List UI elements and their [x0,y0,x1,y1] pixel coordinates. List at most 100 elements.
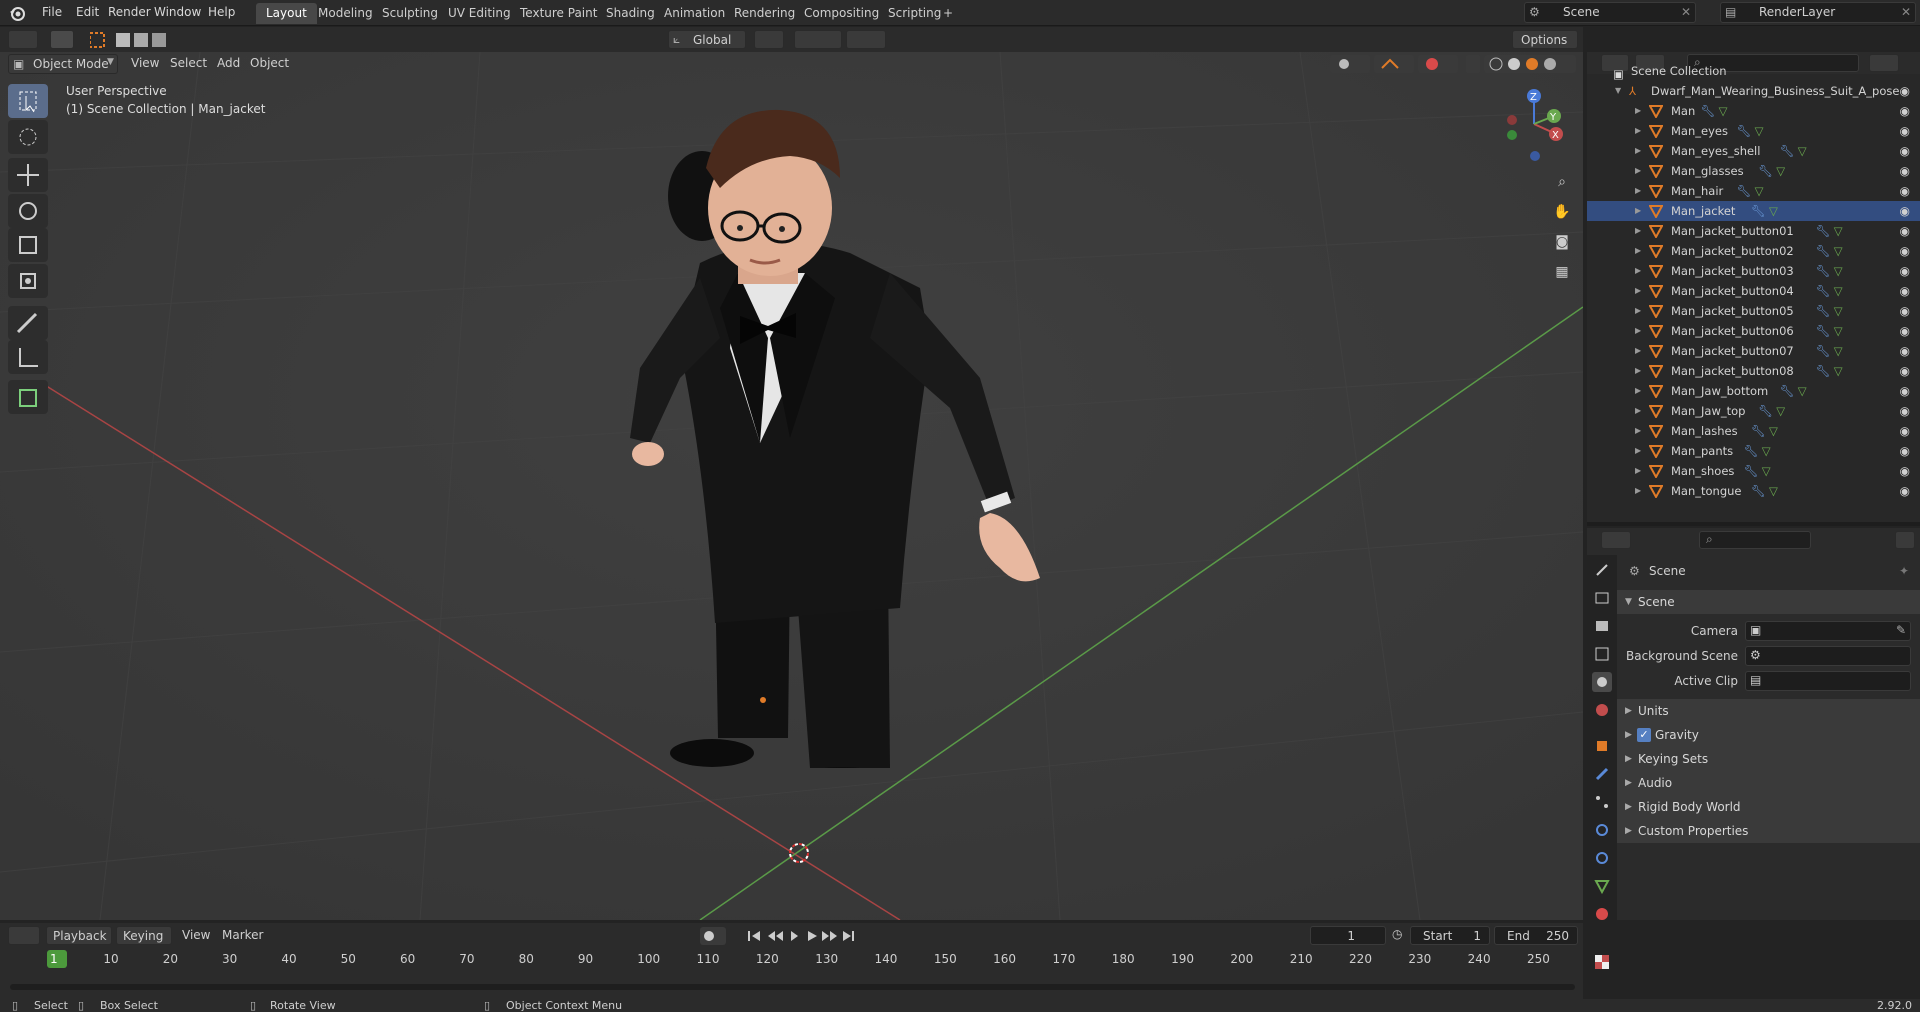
expand-icon[interactable]: ▶ [1635,181,1641,201]
expand-icon[interactable]: ▶ [1635,361,1641,381]
expand-icon[interactable]: ▶ [1635,461,1641,481]
timeline-ruler[interactable]: 1 10 20 30 40 50 60 70 80 90 100 110 120 130 140 150 160… [8,948,1576,972]
constraints-tab-icon[interactable] [1592,848,1612,868]
outliner-item[interactable]: ▶ Man_jacket_button04 🔧︎ ▽ ◉ [1587,281,1920,301]
mode-dropdown[interactable]: ▣ Object Mode ▼ [8,54,118,74]
expand-icon[interactable]: ▶ [1635,121,1641,141]
menu-file[interactable]: File [34,0,70,26]
eye-icon[interactable]: ◉ [1900,481,1910,501]
keying-menu[interactable]: Keying [116,926,172,945]
outliner-item[interactable]: ▶ Man_jacket_button01 🔧︎ ▽ ◉ [1587,221,1920,241]
scene-tab-icon[interactable] [1592,672,1612,692]
output-tab-icon[interactable] [1592,616,1612,636]
eye-icon[interactable]: ◉ [1900,261,1910,281]
transform-orientation-dropdown[interactable]: ⟀ Global [668,30,746,49]
outliner-item[interactable]: ▶ Man_shoes 🔧︎ ▽ ◉ [1587,461,1920,481]
timeline-scrollbar[interactable] [10,984,1575,990]
menu-object[interactable]: Object [250,56,289,70]
expand-icon[interactable]: ▶ [1635,241,1641,261]
tab-animation[interactable]: Animation [654,3,735,24]
zoom-icon[interactable]: ⌕ [1550,170,1574,194]
eyedropper-icon[interactable]: ✎ [1896,623,1906,637]
transform-tool-icon[interactable] [8,264,48,298]
select-box-tool-icon[interactable] [8,84,48,118]
3d-viewport[interactable] [0,52,1583,920]
properties-search-input[interactable]: ⌕ [1699,531,1811,549]
editor-type-button[interactable] [8,926,40,945]
outliner-item[interactable]: ▶ Man_jacket_button06 🔧︎ ▽ ◉ [1587,321,1920,341]
start-frame-field[interactable]: Start 1 [1410,926,1490,945]
pan-hand-icon[interactable]: ✋ [1550,200,1574,224]
measure-tool-icon[interactable] [8,340,48,374]
editor-type-button[interactable] [1601,531,1631,549]
eye-icon[interactable]: ◉ [1900,381,1910,401]
chevron-down-icon[interactable] [1895,531,1915,549]
eye-icon[interactable]: ◉ [1900,301,1910,321]
outliner-item[interactable]: ▶ Man_lashes 🔧︎ ▽ ◉ [1587,421,1920,441]
data-tab-icon[interactable] [1592,876,1612,896]
rigid-body-world-panel[interactable]: ▶ Rigid Body World [1617,795,1920,819]
navigation-gizmo[interactable]: Z X Y [1498,84,1568,164]
outliner-collection[interactable]: ▼ ⅄ Dwarf_Man_Wearing_Business_Suit_A_po… [1587,81,1920,101]
outliner-item[interactable]: ▶ Man_eyes_shell 🔧︎ ▽ ◉ [1587,141,1920,161]
tool-tab-icon[interactable] [1592,560,1612,580]
close-icon[interactable]: ✕ [1901,5,1911,19]
add-workspace-button[interactable]: + [938,3,958,24]
outliner-item[interactable]: ▶ Man_pants 🔧︎ ▽ ◉ [1587,441,1920,461]
viewport-shading-controls[interactable] [1330,54,1580,74]
particles-tab-icon[interactable] [1592,792,1612,812]
outliner-item[interactable]: ▶ Man_hair 🔧︎ ▽ ◉ [1587,181,1920,201]
tab-uv-editing[interactable]: UV Editing [438,3,521,24]
units-panel[interactable]: ▶ Units [1617,699,1920,723]
expand-icon[interactable]: ▶ [1635,441,1641,461]
character-model[interactable] [620,52,1040,768]
menu-add[interactable]: Add [217,56,240,70]
outliner-item[interactable]: ▶ Man_jacket_button02 🔧︎ ▽ ◉ [1587,241,1920,261]
annotate-tool-icon[interactable] [8,306,48,340]
eye-icon[interactable]: ◉ [1900,81,1910,101]
gravity-panel[interactable]: ▶ ✓ Gravity [1617,723,1920,747]
outliner-item[interactable]: ▶ Man 🔧︎ ▽ ◉ [1587,101,1920,121]
background-scene-field[interactable]: ⚙ [1745,646,1911,666]
camera-view-icon[interactable]: ◙ [1550,230,1574,254]
world-tab-icon[interactable] [1592,700,1612,720]
close-icon[interactable]: ✕ [1681,5,1691,19]
eye-icon[interactable]: ◉ [1900,401,1910,421]
scene-selector[interactable]: ⚙ Scene ✕ [1524,2,1696,23]
outliner-item[interactable]: ▶ Man_tongue 🔧︎ ▽ ◉ [1587,481,1920,501]
physics-tab-icon[interactable] [1592,820,1612,840]
eye-icon[interactable]: ◉ [1900,161,1910,181]
view-layer-tab-icon[interactable] [1592,644,1612,664]
playback-menu[interactable]: Playback [46,926,112,945]
eye-icon[interactable]: ◉ [1900,141,1910,161]
select-mode-group[interactable] [89,31,180,49]
outliner-item[interactable]: ▶ Man_jacket_button03 🔧︎ ▽ ◉ [1587,261,1920,281]
expand-icon[interactable]: ▼ [1615,81,1621,101]
view-layer-selector[interactable]: ▤ RenderLayer ✕ [1720,2,1916,23]
expand-icon[interactable]: ▶ [1635,381,1641,401]
move-tool-icon[interactable] [8,158,48,192]
eye-icon[interactable]: ◉ [1900,281,1910,301]
outliner-item[interactable]: ▶ Man_eyes 🔧︎ ▽ ◉ [1587,121,1920,141]
tab-texture-paint[interactable]: Texture Paint [510,3,607,24]
scale-tool-icon[interactable] [8,228,48,262]
material-tab-icon[interactable] [1592,904,1612,924]
expand-icon[interactable]: ▶ [1635,261,1641,281]
eye-icon[interactable]: ◉ [1900,461,1910,481]
current-frame-field[interactable]: 1 [1310,926,1386,945]
rotate-tool-icon[interactable] [8,194,48,228]
outliner-item[interactable]: ▶ Man_jacket_button05 🔧︎ ▽ ◉ [1587,301,1920,321]
scene-section-header[interactable]: ▼ Scene [1617,590,1920,614]
outliner-root[interactable]: ▣ Scene Collection [1587,61,1920,81]
stopwatch-icon[interactable]: ◷ [1392,927,1402,941]
expand-icon[interactable]: ▶ [1635,101,1641,121]
expand-icon[interactable]: ▶ [1635,321,1641,341]
modifier-tab-icon[interactable] [1592,764,1612,784]
eye-icon[interactable]: ◉ [1900,321,1910,341]
outliner-item[interactable]: ▶ Man_jacket 🔧︎ ▽ ◉ [1587,201,1920,221]
eye-icon[interactable]: ◉ [1900,121,1910,141]
outliner-item[interactable]: ▶ Man_Jaw_top 🔧︎ ▽ ◉ [1587,401,1920,421]
eye-icon[interactable]: ◉ [1900,361,1910,381]
eye-icon[interactable]: ◉ [1900,241,1910,261]
outliner-item[interactable]: ▶ Man_glasses 🔧︎ ▽ ◉ [1587,161,1920,181]
